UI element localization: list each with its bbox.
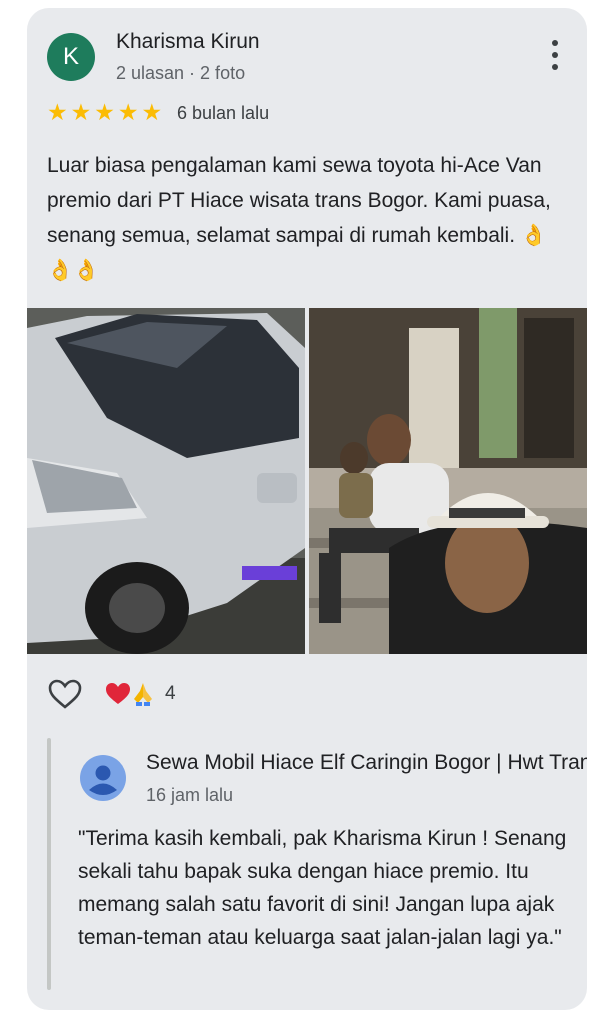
owner-reply-text: "Terima kasih kembali, pak Kharisma Kiru… <box>78 827 567 949</box>
owner-name[interactable]: Sewa Mobil Hiace Elf Caringin Bogor | Hw… <box>146 751 587 775</box>
reply-divider <box>47 738 51 990</box>
person-icon <box>80 755 126 801</box>
reaction-count: 4 <box>165 683 176 704</box>
more-vert-icon-dot <box>552 52 558 58</box>
van-image <box>27 308 305 654</box>
review-photos <box>27 308 587 654</box>
people-image <box>309 308 587 654</box>
star-icon: ★ <box>70 99 92 125</box>
photo-people[interactable] <box>309 308 587 654</box>
owner-reply-time: 16 jam lalu <box>146 785 234 805</box>
heart-emoji <box>106 683 130 704</box>
star-icon: ★ <box>141 99 163 125</box>
pray-emoji <box>134 683 152 706</box>
photo-van[interactable] <box>27 308 305 654</box>
more-options-button[interactable] <box>551 40 559 70</box>
reaction-summary[interactable]: 4 <box>105 681 176 707</box>
more-vert-icon-dot <box>552 40 558 46</box>
review-card: K Kharisma Kirun 2 ulasan · 2 foto ★ ★ ★… <box>27 8 587 1010</box>
star-icon: ★ <box>117 99 139 125</box>
reviewer-name[interactable]: Kharisma Kirun <box>116 30 260 54</box>
like-button[interactable] <box>47 676 83 712</box>
reviewer-meta: 2 ulasan · 2 foto <box>116 63 246 83</box>
more-vert-icon-dot <box>552 64 558 70</box>
star-rating: ★ ★ ★ ★ ★ <box>47 99 163 125</box>
heart-outline-icon <box>48 679 82 709</box>
star-icon: ★ <box>47 99 68 125</box>
star-icon: ★ <box>94 99 115 125</box>
review-time: 6 bulan lalu <box>177 103 270 123</box>
reviewer-avatar[interactable]: K <box>47 33 95 81</box>
owner-avatar[interactable] <box>80 755 126 801</box>
review-text: Luar biasa pengalaman kami sewa toyota h… <box>47 154 551 282</box>
reactions-row: 4 <box>47 676 176 712</box>
